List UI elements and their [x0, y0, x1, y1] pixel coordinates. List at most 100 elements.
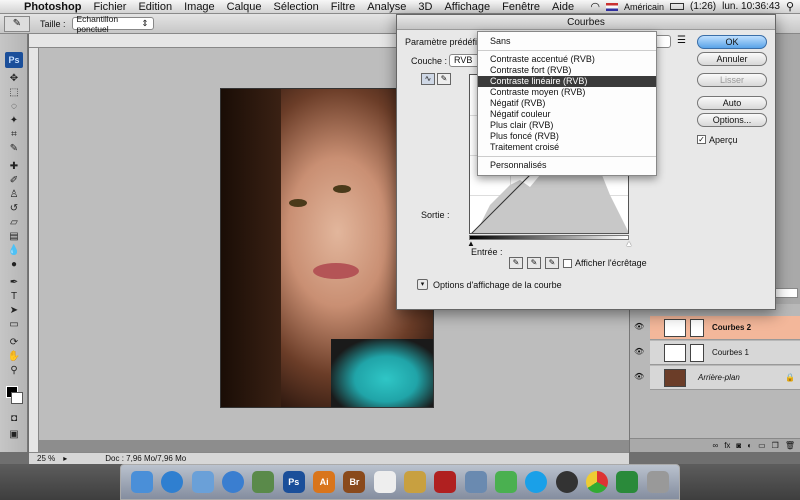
healing-tool-icon[interactable]: ✚ — [6, 160, 22, 173]
spotlight-icon[interactable]: ⚲ — [786, 0, 794, 13]
dashboard-icon[interactable] — [555, 471, 578, 493]
chrome-icon[interactable] — [586, 471, 609, 493]
move-tool-icon[interactable]: ✥ — [6, 72, 22, 85]
pen-tool-icon[interactable]: ✒ — [6, 276, 22, 289]
preset-options-icon[interactable]: ☰ — [677, 35, 686, 46]
preset-option[interactable]: Contraste moyen (RVB) — [478, 87, 656, 98]
keyboard-layout[interactable]: Américain — [624, 2, 664, 12]
excel-icon[interactable] — [616, 471, 639, 493]
zoom-level[interactable]: 25 % — [37, 454, 55, 463]
dialog-titlebar[interactable]: Courbes — [397, 15, 775, 30]
layer-row-courbes-2[interactable]: 👁 Courbes 2 — [634, 316, 800, 340]
clock[interactable]: lun. 10:36:43 — [722, 1, 780, 12]
trash-icon[interactable] — [646, 471, 669, 493]
quick-mask-icon[interactable]: ◘ — [6, 412, 22, 425]
menu-app-name[interactable]: Photoshop — [18, 1, 87, 13]
ichat-icon[interactable] — [495, 471, 518, 493]
mail-icon[interactable] — [191, 471, 214, 493]
wifi-icon[interactable]: ◠ — [590, 0, 600, 13]
menu-affichage[interactable]: Affichage — [438, 1, 496, 13]
menu-fenetre[interactable]: Fenêtre — [496, 1, 546, 13]
menu-calque[interactable]: Calque — [221, 1, 268, 13]
preview-checkbox[interactable]: ✓ — [697, 135, 706, 144]
screen-mode-icon[interactable]: ▣ — [6, 428, 22, 441]
layer-row-arriere-plan[interactable]: 👁 Arrière-plan 🔒 — [634, 366, 800, 390]
adjustment-layer-icon[interactable]: ◐ — [747, 441, 752, 450]
layer-visibility-icon[interactable]: 👁 — [634, 322, 646, 332]
ok-button[interactable]: OK — [697, 35, 767, 49]
preset-option[interactable]: Contraste fort (RVB) — [478, 65, 656, 76]
curve-options-disclosure-icon[interactable]: ▾ — [417, 279, 428, 290]
clipping-checkbox[interactable] — [563, 259, 572, 268]
itunes-icon[interactable] — [222, 471, 245, 493]
flag-icon[interactable] — [605, 2, 618, 11]
auto-button[interactable]: Auto — [697, 96, 767, 110]
preview-icon[interactable] — [404, 471, 427, 493]
add-mask-icon[interactable]: ◙ — [736, 441, 741, 450]
preset-option[interactable]: Plus foncé (RVB) — [478, 131, 656, 142]
menu-edition[interactable]: Edition — [132, 1, 178, 13]
trash-icon[interactable]: 🗑 — [785, 441, 795, 450]
white-point-slider[interactable]: ▲ — [625, 239, 633, 248]
finder-icon[interactable] — [131, 471, 154, 493]
bridge-icon[interactable]: Br — [343, 471, 366, 493]
gray-eyedropper-icon[interactable]: ✎ — [527, 257, 541, 269]
black-eyedropper-icon[interactable]: ✎ — [509, 257, 523, 269]
zoom-tool-icon[interactable]: ⚲ — [6, 364, 22, 377]
preset-option[interactable]: Négatif couleur — [478, 109, 656, 120]
tool-preset-picker[interactable]: ✎ — [4, 15, 30, 32]
path-selection-tool-icon[interactable]: ➤ — [6, 304, 22, 317]
lasso-tool-icon[interactable]: ◌ — [6, 100, 22, 113]
skype-icon[interactable] — [525, 471, 548, 493]
menu-3d[interactable]: 3D — [412, 1, 438, 13]
menu-filtre[interactable]: Filtre — [325, 1, 361, 13]
preset-option[interactable]: Négatif (RVB) — [478, 98, 656, 109]
preset-option-sans[interactable]: Sans — [478, 36, 656, 47]
photoshop-icon[interactable]: Ps — [282, 471, 305, 493]
brush-tool-icon[interactable]: ✐ — [6, 174, 22, 187]
link-layers-icon[interactable]: ∞ — [712, 441, 718, 450]
menu-aide[interactable]: Aide — [546, 1, 580, 13]
illustrator-icon[interactable]: Ai — [313, 471, 336, 493]
menu-image[interactable]: Image — [178, 1, 221, 13]
safari-icon[interactable] — [161, 471, 184, 493]
new-layer-icon[interactable]: ❐ — [772, 441, 779, 450]
iphoto-icon[interactable] — [252, 471, 275, 493]
marquee-tool-icon[interactable]: ⬚ — [6, 86, 22, 99]
magic-wand-tool-icon[interactable]: ✦ — [6, 114, 22, 127]
menu-analyse[interactable]: Analyse — [361, 1, 412, 13]
preset-option[interactable]: Plus clair (RVB) — [478, 120, 656, 131]
preset-option[interactable]: Traitement croisé — [478, 142, 656, 153]
layer-row-courbes-1[interactable]: 👁 Courbes 1 — [634, 341, 800, 365]
menu-fichier[interactable]: Fichier — [87, 1, 132, 13]
crop-tool-icon[interactable]: ⌗ — [6, 128, 22, 141]
automator-icon[interactable] — [464, 471, 487, 493]
pencil-tool-icon[interactable]: ✎ — [437, 73, 451, 85]
layer-visibility-icon[interactable]: 👁 — [634, 372, 646, 382]
blur-tool-icon[interactable]: 💧 — [6, 244, 22, 257]
type-tool-icon[interactable]: T — [6, 290, 22, 303]
cancel-button[interactable]: Annuler — [697, 52, 767, 66]
stamp-tool-icon[interactable]: ♙ — [6, 188, 22, 201]
ical-icon[interactable] — [373, 471, 396, 493]
preset-option-custom[interactable]: Personnalisés — [478, 160, 656, 171]
eyedropper-tool-icon[interactable]: ✎ — [6, 142, 22, 155]
layer-style-icon[interactable]: fx — [724, 441, 730, 450]
photo-booth-icon[interactable] — [434, 471, 457, 493]
status-menu-icon[interactable]: ▸ — [63, 454, 67, 463]
battery-time[interactable]: (1:26) — [690, 1, 716, 12]
curve-edit-tool-icon[interactable]: ∿ — [421, 73, 435, 85]
history-brush-tool-icon[interactable]: ↺ — [6, 202, 22, 215]
eraser-tool-icon[interactable]: ▱ — [6, 216, 22, 229]
preset-option-selected[interactable]: Contraste linéaire (RVB) — [478, 76, 656, 87]
3d-rotate-tool-icon[interactable]: ⟳ — [6, 336, 22, 349]
preset-option[interactable]: Contraste accentué (RVB) — [478, 54, 656, 65]
white-eyedropper-icon[interactable]: ✎ — [545, 257, 559, 269]
new-group-icon[interactable]: ▭ — [758, 441, 766, 450]
options-button[interactable]: Options... — [697, 113, 767, 127]
dodge-tool-icon[interactable]: ● — [6, 258, 22, 271]
sample-size-select[interactable]: Echantillon ponctuel ⇕ — [71, 14, 154, 34]
shape-tool-icon[interactable]: ▭ — [6, 318, 22, 331]
layer-visibility-icon[interactable]: 👁 — [634, 347, 646, 357]
hand-tool-icon[interactable]: ✋ — [6, 350, 22, 363]
